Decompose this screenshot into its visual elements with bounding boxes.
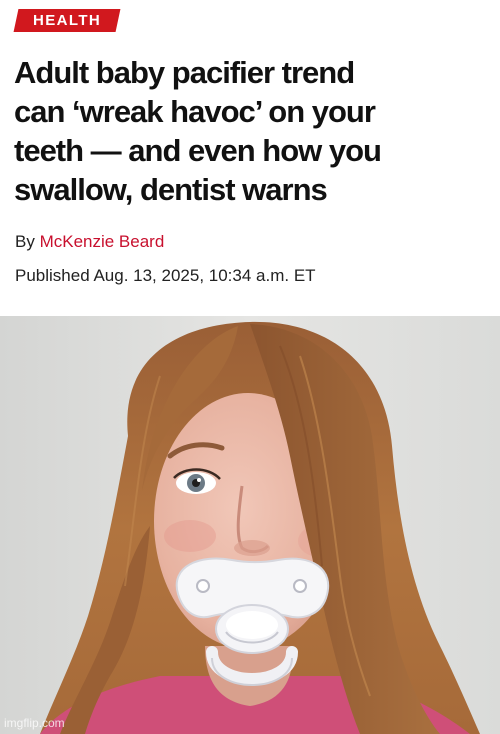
article-header: HEALTH Adult baby pacifier trend can ‘wr…	[0, 0, 500, 316]
headline-line-2: can ‘wreak havoc’ on your	[14, 94, 376, 129]
headline-line-4: swallow, dentist warns	[14, 172, 328, 207]
byline-prefix: By	[15, 232, 40, 251]
headline-line-1: Adult baby pacifier trend	[14, 55, 355, 90]
section-tag-health[interactable]: HEALTH	[13, 9, 121, 32]
published-date: Published Aug. 13, 2025, 10:34 a.m. ET	[15, 266, 316, 285]
headline: Adult baby pacifier trend can ‘wreak hav…	[14, 53, 484, 209]
woman-with-pacifier-illustration	[0, 316, 500, 734]
imgflip-watermark: imgflip.com	[4, 716, 65, 730]
headline-line-3: teeth — and even how you	[14, 133, 382, 168]
hero-image	[0, 316, 500, 734]
author-link[interactable]: McKenzie Beard	[40, 232, 165, 251]
section-tag-label: HEALTH	[32, 12, 102, 29]
byline: By McKenzie Beard	[15, 232, 164, 252]
